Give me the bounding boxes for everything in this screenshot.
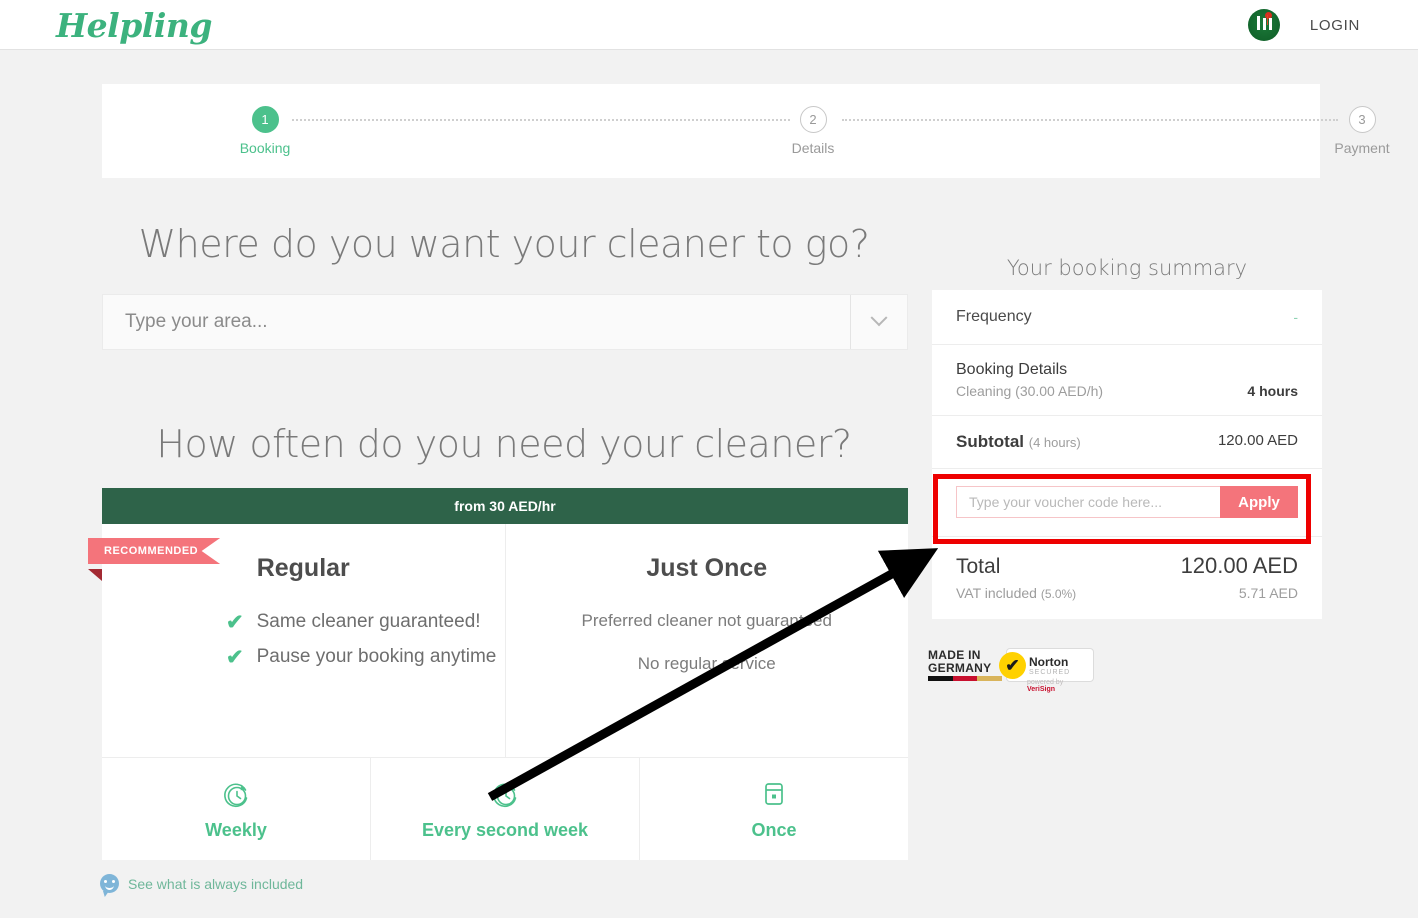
booking-details-value: 4 hours [1247, 383, 1298, 399]
subtotal-value: 120.00 AED [1217, 432, 1298, 449]
check-icon: ✔ [226, 610, 244, 634]
subtotal-hours: (4 hours) [1028, 435, 1081, 450]
see-whats-included-link[interactable]: See what is always included [100, 874, 304, 897]
vat-value: 5.71 AED [1238, 585, 1298, 601]
step-payment-label: Payment [1334, 140, 1390, 156]
trust-badges: MADE IN GERMANY ✔ Norton SECURED powered… [928, 647, 1094, 693]
vat-line: VAT included (5.0%) 5.71 AED [956, 585, 1298, 601]
summary-row-subtotal: Subtotal (4 hours) 120.00 AED [932, 416, 1322, 469]
area-input-placeholder: Type your area... [125, 311, 268, 332]
norton-line2: SECURED [1029, 668, 1071, 676]
speech-bubble-tail [103, 891, 109, 897]
price-banner: from 30 AED/hr [102, 488, 908, 524]
plan-just-once[interactable]: Just Once Preferred cleaner not guarante… [504, 524, 909, 757]
made-in-germany-badge: MADE IN GERMANY [928, 647, 1003, 682]
total-line: Total 120.00 AED [956, 553, 1298, 579]
where-heading: Where do you want your cleaner to go? [138, 222, 870, 266]
german-flag-icon [928, 676, 1003, 682]
area-dropdown-toggle[interactable] [850, 295, 907, 349]
subtotal-label: Subtotal (4 hours) [956, 432, 1081, 452]
vat-label-text: VAT included [956, 585, 1037, 601]
login-link[interactable]: LOGIN [1310, 17, 1360, 34]
frequency-option-once[interactable]: Once [639, 758, 908, 860]
made-in-germany-line2: GERMANY [928, 660, 992, 675]
frequency-option-once-label: Once [751, 820, 797, 840]
check-icon: ✔ [999, 652, 1026, 679]
feature-label: No regular service [637, 654, 776, 674]
plans-panel: from 30 AED/hr RECOMMENDED Regular ✔ Sam… [88, 488, 909, 860]
frequency-heading: How often do you need your cleaner? [156, 422, 852, 466]
frequency-option-every-second-week[interactable]: Every second week [370, 758, 639, 860]
step-details[interactable]: 2 Details [758, 106, 868, 156]
frequency-option-weekly[interactable]: Weekly [102, 758, 370, 860]
feature-label: Preferred cleaner not guaranteed [581, 611, 832, 630]
booking-details-title: Booking Details [956, 361, 1068, 378]
summary-title: Your booking summary [1006, 256, 1248, 280]
norton-text-block: Norton SECURED [1029, 655, 1070, 676]
vat-label: VAT included (5.0%) [956, 585, 1076, 601]
recommended-ribbon: RECOMMENDED [88, 538, 221, 564]
header-actions: LOGIN [1247, 0, 1360, 50]
stepper-connector-1 [292, 119, 790, 121]
booking-details-block: Booking Details Cleaning (30.00 AED/h) [956, 361, 1103, 399]
frequency-option-every-second-week-label: Every second week [421, 820, 589, 840]
plan-regular-features: ✔ Same cleaner guaranteed! ✔ Pause your … [102, 611, 505, 668]
see-whats-included-label: See what is always included [128, 875, 304, 892]
feature-item: ✔ Pause your booking anytime [226, 646, 505, 668]
frequency-option-weekly-label: Weekly [205, 820, 267, 840]
plan-regular[interactable]: RECOMMENDED Regular ✔ Same cleaner guara… [88, 524, 505, 757]
ribbon-fold [88, 569, 102, 581]
area-input-field[interactable]: Type your area... [102, 294, 908, 350]
step-details-label: Details [791, 140, 835, 156]
norton-secured-badge: ✔ Norton SECURED powered by VeriSign [999, 648, 1094, 693]
frequency-value: - [1293, 309, 1298, 325]
award-badge-icon [1247, 9, 1280, 41]
apply-voucher-button[interactable]: Apply [1220, 486, 1298, 518]
chevron-down-icon [870, 309, 888, 327]
stepper-connector-2 [842, 119, 1338, 121]
badge-dot-icon [1264, 12, 1272, 19]
vat-rate: (5.0%) [1040, 587, 1077, 601]
summary-row-total: Total 120.00 AED VAT included (5.0%) 5.7… [932, 537, 1322, 619]
voucher-section: Apply [932, 469, 1322, 537]
plan-just-once-features: Preferred cleaner not guaranteed No regu… [506, 609, 909, 676]
norton-powered-prefix: powered by [1027, 679, 1064, 686]
total-label: Total [956, 555, 1001, 578]
summary-row-frequency: Frequency - [932, 290, 1322, 345]
summary-row-booking-details: Booking Details Cleaning (30.00 AED/h) 4… [932, 345, 1322, 416]
feature-label: Pause your booking anytime [256, 646, 497, 667]
norton-powered-by: powered by VeriSign [1027, 679, 1093, 693]
frequency-options: Weekly Every second week Once [102, 757, 908, 860]
voucher-input-group: Apply [956, 486, 1298, 518]
verisign-brand: VeriSign [1027, 686, 1056, 693]
subtotal-label-text: Subtotal [956, 432, 1024, 451]
step-details-number: 2 [799, 106, 827, 133]
step-booking-number: 1 [251, 106, 279, 133]
voucher-code-input[interactable] [956, 486, 1220, 518]
check-icon: ✔ [226, 645, 244, 669]
site-header: Helpling LOGIN [0, 0, 1418, 50]
booking-page: Helpling LOGIN 1 Booking 2 Details 3 Pay… [0, 0, 1418, 918]
step-booking-label: Booking [239, 140, 291, 156]
feature-label: Same cleaner guaranteed! [256, 611, 481, 632]
feature-item: ✔ Same cleaner guaranteed! [226, 611, 505, 633]
step-payment[interactable]: 3 Payment [1307, 106, 1417, 156]
made-in-germany-line1: MADE IN [928, 647, 981, 662]
helpling-logo[interactable]: Helpling [56, 6, 212, 45]
plan-just-once-title: Just Once [646, 554, 768, 582]
smiley-speech-bubble-icon [100, 874, 119, 897]
frequency-label: Frequency [956, 308, 1032, 325]
step-payment-number: 3 [1348, 106, 1376, 133]
progress-stepper: 1 Booking 2 Details 3 Payment [102, 84, 1390, 178]
booking-details-subtitle: Cleaning (30.00 AED/h) [956, 383, 1104, 399]
booking-summary-card: Frequency - Booking Details Cleaning (30… [932, 290, 1322, 619]
step-booking[interactable]: 1 Booking [210, 106, 320, 156]
clock-refresh-icon [219, 777, 253, 811]
clock-refresh-icon [488, 777, 522, 811]
plan-columns: RECOMMENDED Regular ✔ Same cleaner guara… [88, 524, 909, 757]
calendar-single-day-icon [757, 777, 791, 811]
total-value: 120.00 AED [1180, 553, 1298, 578]
norton-line1: Norton [1029, 654, 1069, 669]
